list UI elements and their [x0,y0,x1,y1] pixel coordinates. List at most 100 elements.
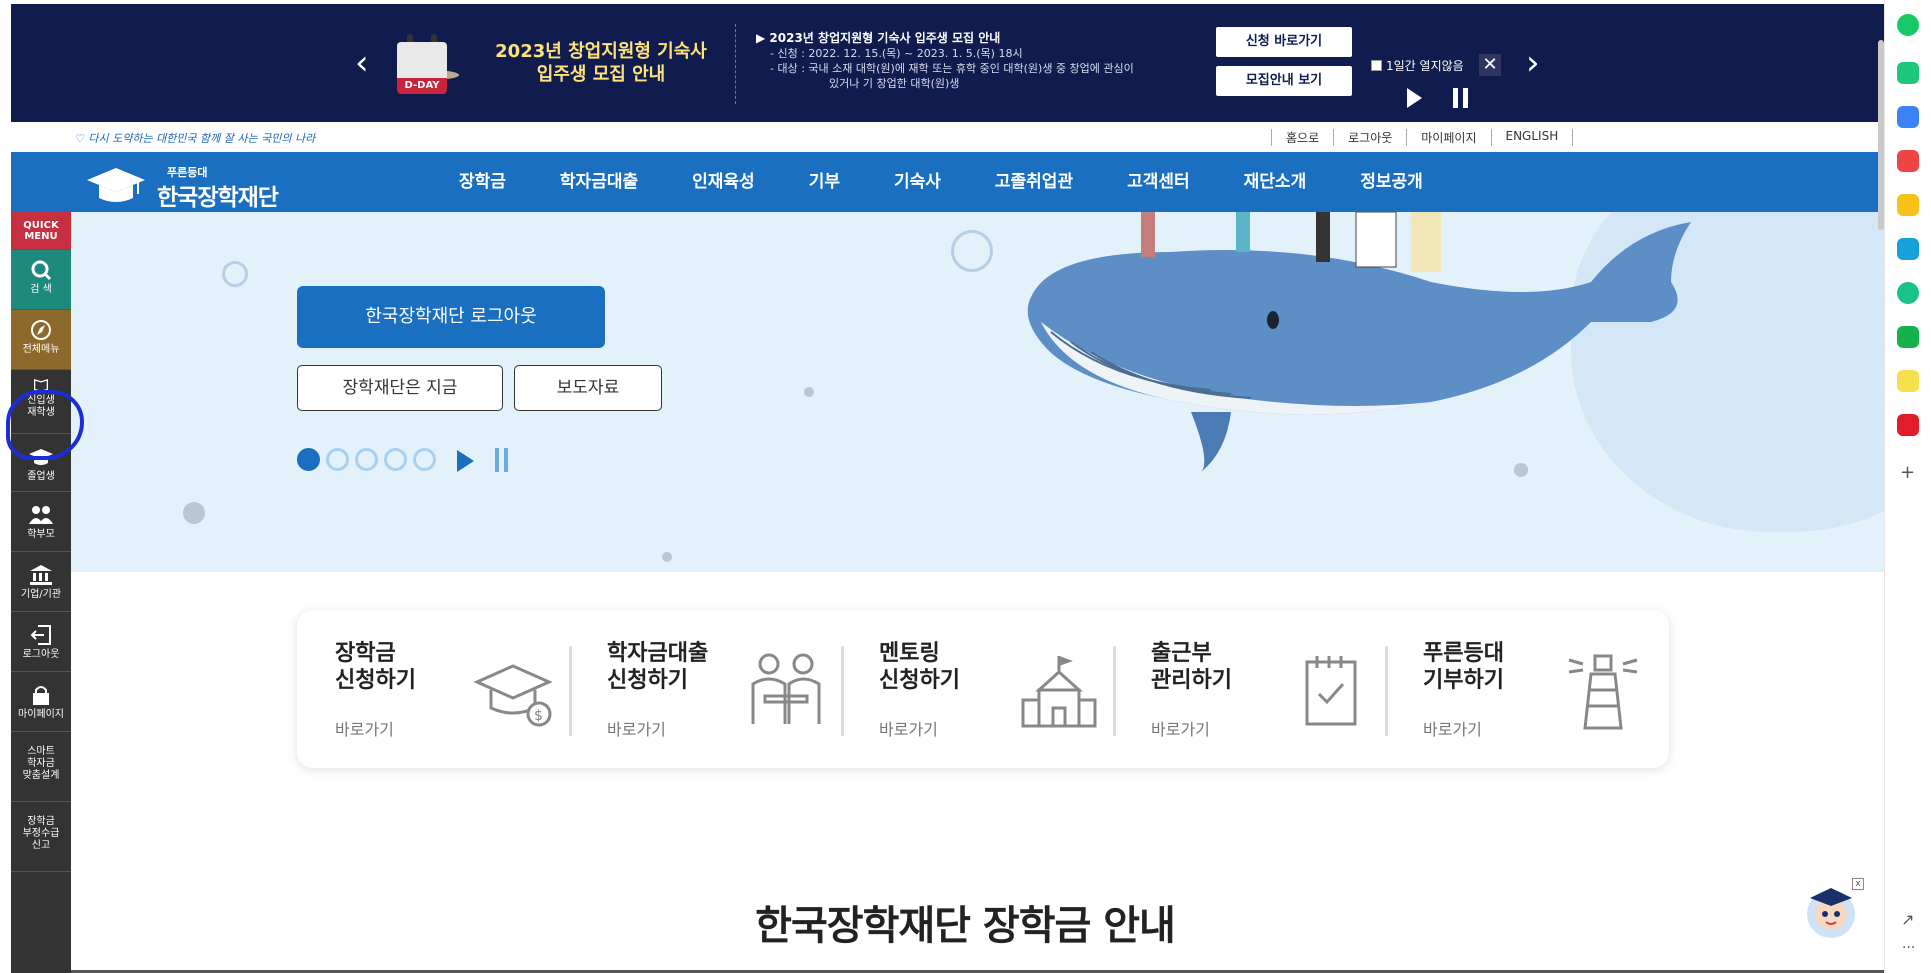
sidebar-app-icon-play[interactable] [1897,282,1919,304]
quick-menu-label: 학자금 [27,758,55,769]
util-link-logout[interactable]: 로그아웃 [1333,129,1406,146]
external-link-icon[interactable]: ↗ [1901,910,1914,929]
quick-card-title: 출근부 관리하기 [1151,641,1232,693]
nav-employment[interactable]: 고졸취업관 [995,152,1073,212]
pager-dot[interactable] [384,448,407,471]
add-icon[interactable]: + [1900,462,1915,483]
logo-name: 한국장학재단 [157,185,279,211]
sidebar-app-icon-green[interactable] [1897,14,1919,36]
nav-customer-center[interactable]: 고객센터 [1127,152,1190,212]
sidebar-app-icon-translate[interactable] [1897,238,1919,260]
hero-play-icon[interactable] [457,450,474,472]
banner-pause-icon[interactable] [1453,88,1469,108]
quick-card-donation[interactable]: 푸른등대 기부하기 바로가기 [1385,610,1657,768]
whale-illustration [1027,212,1691,472]
nav-scholarship[interactable]: 장학금 [459,152,506,212]
banner-info-target: - 대상 : 국내 소재 대학(원)에 재학 또는 휴학 중인 대학(원)생 중… [770,62,1134,75]
quick-card-attendance[interactable]: 출근부 관리하기 바로가기 [1113,610,1385,768]
section-title: 한국장학재단 장학금 안내 [755,903,1176,949]
util-links: 홈으로 로그아웃 마이페이지 ENGLISH [1271,129,1574,146]
banner-play-icon[interactable] [1407,88,1422,108]
main-viewport: ‹ D-DAY 2023년 창업지원형 기숙사 입주생 모집 안내 ▶ 2023… [11,0,1884,973]
quick-menu-label: 학부모 [27,529,55,540]
util-link-home[interactable]: 홈으로 [1271,129,1333,146]
quick-menu-freshman[interactable]: 신입생 재학생 [11,370,71,434]
banner-title[interactable]: 2023년 창업지원형 기숙사 입주생 모집 안내 [481,40,721,86]
nav-dormitory[interactable]: 기숙사 [894,152,941,212]
util-bar: ♡ 다시 도약하는 대한민국 함께 잘 사는 국민의 나라 홈으로 로그아웃 마… [11,122,1884,152]
notice-banner: ‹ D-DAY 2023년 창업지원형 기숙사 입주생 모집 안내 ▶ 2023… [11,4,1884,122]
logout-hero-button[interactable]: 한국장학재단 로그아웃 [297,286,605,348]
quick-menu-label: 신고 [31,840,51,851]
sidebar-app-icon-star[interactable] [1897,194,1919,216]
sidebar-app-icon-pocket[interactable] [1897,150,1919,172]
foundation-now-button[interactable]: 장학재단은 지금 [297,365,503,411]
pager-dot[interactable] [413,448,436,471]
svg-text:$: $ [534,708,543,724]
pager-dot[interactable] [297,448,320,471]
slogan: ♡ 다시 도약하는 대한민국 함께 잘 사는 국민의 나라 [75,132,316,145]
nav-talent[interactable]: 인재육성 [692,152,755,212]
quick-menu-label: 전체메뉴 [22,344,60,355]
nav-disclosure[interactable]: 정보공개 [1360,152,1423,212]
press-release-button[interactable]: 보도자료 [514,365,662,411]
banner-info: ▶ 2023년 창업지원형 기숙사 입주생 모집 안내 - 신청 : 2022.… [756,31,1196,91]
banner-divider [735,24,736,104]
banner-next-arrow[interactable]: › [1526,46,1550,80]
notepad-check-icon [1305,656,1357,726]
nav-donation[interactable]: 기부 [809,152,840,212]
hide-today-checkbox[interactable]: 1일간 열지않음 [1371,57,1464,74]
calendar-dday-icon: D-DAY [391,34,461,96]
graduation-cap-icon [29,449,53,465]
graduation-cap-logo-icon [87,168,145,202]
site-logo[interactable]: 푸른등대 한국장학재단 [87,162,307,211]
pager-dot[interactable] [355,448,378,471]
school-building-icon [1021,656,1097,728]
quick-menu-label: 마이페이지 [18,709,64,720]
banner-title-line1: 2023년 창업지원형 기숙사 [495,41,707,62]
nav-about[interactable]: 재단소개 [1244,152,1307,212]
sidebar-app-icon-memo[interactable] [1897,370,1919,392]
quick-menu-mypage[interactable]: 마이페이지 [11,672,71,732]
book-icon [34,379,48,392]
quick-service-panel: 장학금 신청하기 바로가기 $ 학자금대출 신청하기 바로가기 멘토링 신청하기… [297,610,1669,768]
deco-dot [662,552,672,562]
quick-menu-search[interactable]: 검 색 [11,250,71,310]
more-icon[interactable]: ··· [1902,940,1915,956]
util-link-english[interactable]: ENGLISH [1490,129,1574,146]
global-nav: 푸른등대 한국장학재단 장학금 학자금대출 인재육성 기부 기숙사 고졸취업관 … [11,152,1884,212]
mascot-close-icon[interactable]: x [1852,878,1864,890]
sidebar-app-icon-calendar[interactable] [1897,106,1919,128]
deco-ring [222,261,248,287]
banner-close-icon[interactable]: ✕ [1479,54,1501,76]
quick-card-scholarship[interactable]: 장학금 신청하기 바로가기 $ [297,610,569,768]
sidebar-app-icon-now[interactable] [1897,414,1919,436]
quick-menu-label: 기업/기관 [20,589,62,600]
quick-menu-institution[interactable]: 기업/기관 [11,552,71,612]
hide-today-label: 1일간 열지않음 [1386,59,1464,73]
quick-menu-all[interactable]: 전체메뉴 [11,310,71,370]
quick-menu-logout[interactable]: 로그아웃 [11,612,71,672]
quick-menu-label: 스마트 [27,746,55,757]
quick-menu-parents[interactable]: 학부모 [11,492,71,552]
quick-menu-graduate[interactable]: 졸업생 [11,434,71,492]
nav-student-loan[interactable]: 학자금대출 [560,152,638,212]
banner-info-heading: ▶ 2023년 창업지원형 기숙사 입주생 모집 안내 [756,31,1001,45]
quick-card-mentoring[interactable]: 멘토링 신청하기 바로가기 [841,610,1113,768]
sidebar-app-icon-webtoon[interactable] [1897,326,1919,348]
checkbox-box[interactable] [1371,60,1382,71]
hero-pause-icon[interactable] [495,448,511,472]
quick-menu-smart-loan[interactable]: 스마트 학자금 맞춤설계 [11,732,71,802]
quick-card-go: 바로가기 [1151,720,1210,739]
browser-sidebar: + ↗ ··· [1884,0,1931,973]
pager-dot[interactable] [326,448,349,471]
sidebar-app-icon-bell[interactable] [1897,62,1919,84]
quick-menu-fraud-report[interactable]: 장학금 부정수급 신고 [11,802,71,872]
banner-prev-arrow[interactable]: ‹ [355,46,379,80]
quick-card-loan[interactable]: 학자금대출 신청하기 바로가기 [569,610,841,768]
guide-button[interactable]: 모집안내 보기 [1215,65,1353,97]
apply-button[interactable]: 신청 바로가기 [1215,26,1353,58]
util-link-mypage[interactable]: 마이페이지 [1406,129,1490,146]
hero-pager [297,448,436,471]
deco-dot [804,387,814,397]
